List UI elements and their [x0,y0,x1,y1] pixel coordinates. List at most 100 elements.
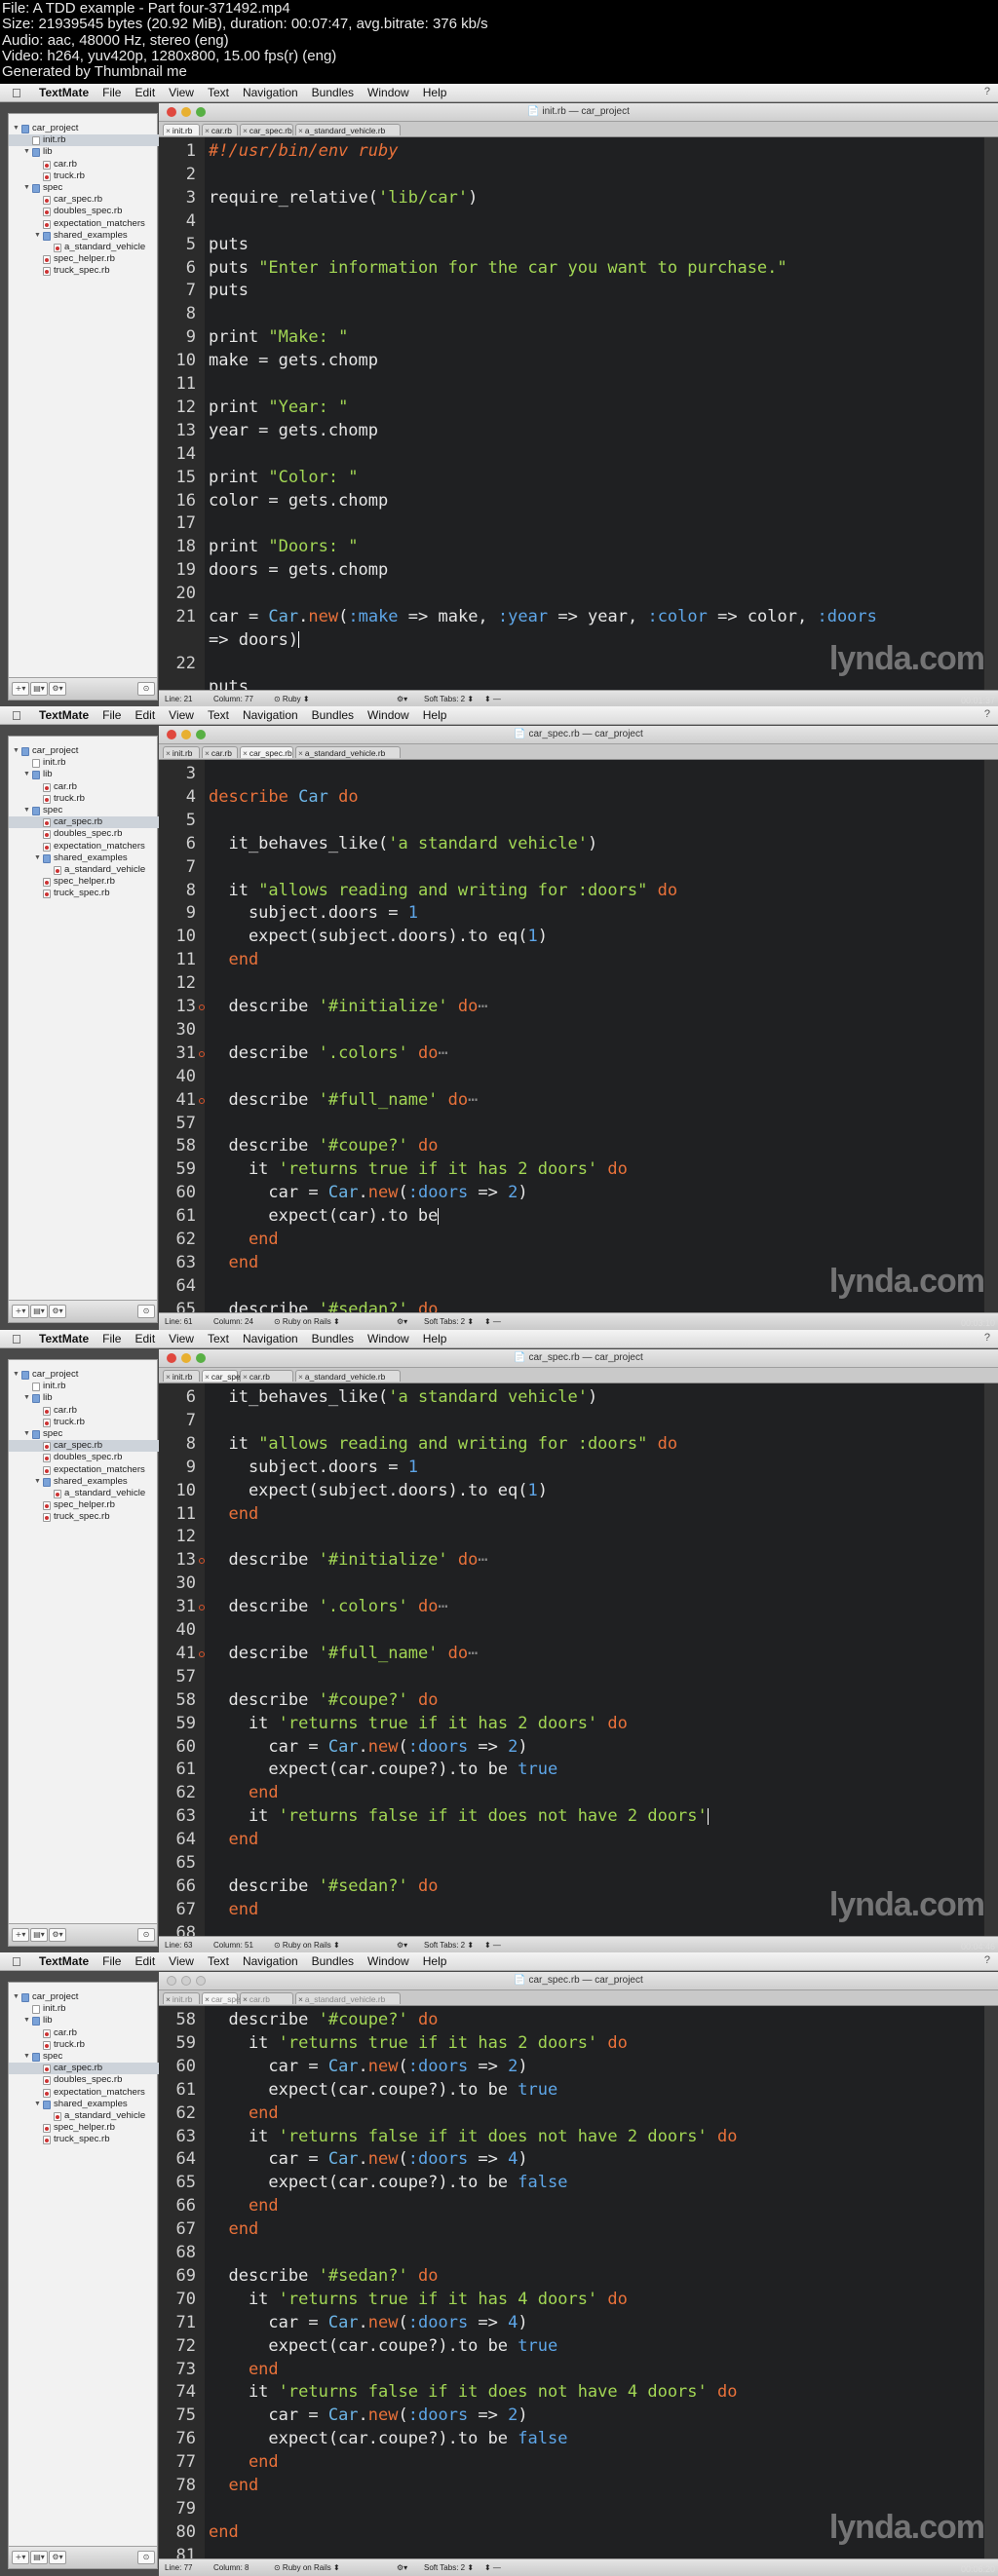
tab-close-icon[interactable]: × [166,126,171,135]
gear-icon[interactable]: ⚙▾ [49,1928,66,1942]
bundle-menu-gear-icon[interactable]: ⚙▾ [397,695,407,703]
view-options-button[interactable]: ▤▾ [30,1928,48,1942]
bundle-menu-gear-icon[interactable]: ⚙▾ [397,1317,407,1326]
code-editor[interactable]: describe Car do it_behaves_like('a stand… [205,760,984,1312]
disclosure-triangle-icon[interactable]: ▼ [23,769,30,780]
tab-close-icon[interactable]: × [205,1372,210,1382]
file-tree-item[interactable]: expectation_matchers [9,2087,159,2099]
file-tree-item[interactable]: truck_spec.rb [9,265,159,277]
tab-close-icon[interactable]: × [205,748,210,758]
tab-close-icon[interactable]: × [205,1994,210,2004]
reveal-button[interactable]: ⊙ [137,1305,155,1318]
file-tree-item[interactable]: ▼ lib [9,769,159,780]
grammar-selector[interactable]: ⊙ Ruby on Rails ⬍ [274,1941,340,1950]
view-options-button[interactable]: ▤▾ [30,1305,48,1318]
view-options-button[interactable]: ▤▾ [30,682,48,696]
file-tree-item[interactable]: doubles_spec.rb [9,2074,159,2086]
bundle-menu-gear-icon[interactable]: ⚙▾ [397,1941,407,1950]
disclosure-triangle-icon[interactable]: ▼ [34,230,41,242]
reveal-button[interactable]: ⊙ [137,1928,155,1942]
add-file-button[interactable]: +▾ [12,682,29,696]
code-editor[interactable]: it_behaves_like('a standard vehicle') it… [205,1383,984,1936]
menu-item-navigation[interactable]: Navigation [243,1332,298,1345]
soft-tabs-selector[interactable]: Soft Tabs: 2 ⬍ [424,2563,474,2572]
editor-tab[interactable]: × init.rb [163,1370,200,1382]
file-tree-item[interactable]: init.rb [9,757,159,769]
file-tree-item[interactable]: spec_helper.rb [9,876,159,888]
gear-icon[interactable]: ⚙▾ [49,682,66,696]
file-tree-item[interactable]: expectation_matchers [9,1464,159,1476]
symbol-popup[interactable]: ⬍ — [484,2563,501,2572]
soft-tabs-selector[interactable]: Soft Tabs: 2 ⬍ [424,695,474,703]
editor-tab[interactable]: × car.rb [202,124,238,135]
editor-tab[interactable]: × a_standard_vehicle.rb [295,1370,401,1382]
editor-tab[interactable]: × car_spec.rb [240,746,293,758]
editor-tab[interactable]: × car_spec.rb [202,1992,254,2004]
file-tree-item[interactable]: ▼ car_project [9,745,159,757]
code-editor[interactable]: #!/usr/bin/env ruby require_relative('lib… [205,137,984,690]
file-tree-item[interactable]: ▼ shared_examples [9,852,159,864]
menu-item-file[interactable]: File [102,1954,121,1968]
menu-item-help[interactable]: Help [423,708,447,722]
menu-item-bundles[interactable]: Bundles [312,86,354,99]
reveal-button[interactable]: ⊙ [137,682,155,696]
menu-item-navigation[interactable]: Navigation [243,86,298,99]
vertical-scrollbar[interactable] [983,137,998,690]
editor-tab[interactable]: × car_spec.rb [202,1370,254,1382]
menu-item-edit[interactable]: Edit [134,1954,155,1968]
add-file-button[interactable]: +▾ [12,2551,29,2564]
menu-item-window[interactable]: Window [367,86,409,99]
file-tree-item[interactable]: ▼ lib [9,2015,159,2027]
menu-item-view[interactable]: View [169,1954,194,1968]
file-tree-item[interactable]: car_spec.rb [9,1440,159,1453]
disclosure-triangle-icon[interactable]: ▼ [23,2015,30,2027]
file-tree-item[interactable]: a_standard_vehicle [9,2110,159,2122]
disclosure-triangle-icon[interactable]: ▼ [34,2099,41,2110]
disclosure-triangle-icon[interactable]: ▼ [13,1369,19,1381]
grammar-selector[interactable]: ⊙ Ruby on Rails ⬍ [274,2563,340,2572]
menu-item-file[interactable]: File [102,708,121,722]
file-tree-item[interactable]: ▼ lib [9,1392,159,1404]
add-file-button[interactable]: +▾ [12,1305,29,1318]
tab-close-icon[interactable]: × [298,1372,303,1382]
vertical-scrollbar[interactable] [984,2006,998,2558]
menu-item-view[interactable]: View [169,86,194,99]
apple-menu-icon[interactable]:  [12,1332,21,1346]
menu-app-name[interactable]: TextMate [39,1332,89,1345]
file-tree-item[interactable]: expectation_matchers [9,218,159,230]
editor-tab[interactable]: × car_spec.rb [240,124,293,135]
menu-app-name[interactable]: TextMate [39,1954,89,1968]
menu-app-name[interactable]: TextMate [39,86,89,99]
help-icon[interactable]: ? [984,1954,990,1966]
file-tree-item[interactable]: init.rb [9,1381,159,1392]
disclosure-triangle-icon[interactable]: ▼ [23,2051,30,2063]
view-options-button[interactable]: ▤▾ [30,2551,48,2564]
tab-close-icon[interactable]: × [243,748,248,758]
menu-item-window[interactable]: Window [367,1332,409,1345]
disclosure-triangle-icon[interactable]: ▼ [23,146,30,158]
file-tree-item[interactable]: car_spec.rb [9,194,159,206]
file-tree-item[interactable]: car.rb [9,1405,159,1417]
editor-tab[interactable]: × a_standard_vehicle.rb [295,124,401,135]
help-icon[interactable]: ? [984,708,990,720]
editor-tab[interactable]: × init.rb [163,124,200,135]
code-editor[interactable]: describe '#coupe?' do it 'returns true i… [205,2006,984,2558]
file-tree-item[interactable]: car_spec.rb [9,816,159,829]
file-tree-item[interactable]: a_standard_vehicle [9,1488,159,1499]
menu-item-bundles[interactable]: Bundles [312,1954,354,1968]
apple-menu-icon[interactable]:  [12,708,21,723]
disclosure-triangle-icon[interactable]: ▼ [34,1476,41,1488]
file-tree-item[interactable]: init.rb [9,2003,159,2015]
disclosure-triangle-icon[interactable]: ▼ [23,805,30,816]
file-tree-item[interactable]: truck_spec.rb [9,2134,159,2145]
menu-item-text[interactable]: Text [208,1954,229,1968]
file-tree-item[interactable]: car.rb [9,2027,159,2039]
help-icon[interactable]: ? [984,86,990,97]
menu-item-navigation[interactable]: Navigation [243,708,298,722]
menu-item-navigation[interactable]: Navigation [243,1954,298,1968]
file-tree-item[interactable]: car.rb [9,159,159,170]
file-tree-item[interactable]: ▼ spec [9,2051,159,2063]
disclosure-triangle-icon[interactable]: ▼ [23,182,30,194]
menu-item-bundles[interactable]: Bundles [312,708,354,722]
menu-item-window[interactable]: Window [367,708,409,722]
